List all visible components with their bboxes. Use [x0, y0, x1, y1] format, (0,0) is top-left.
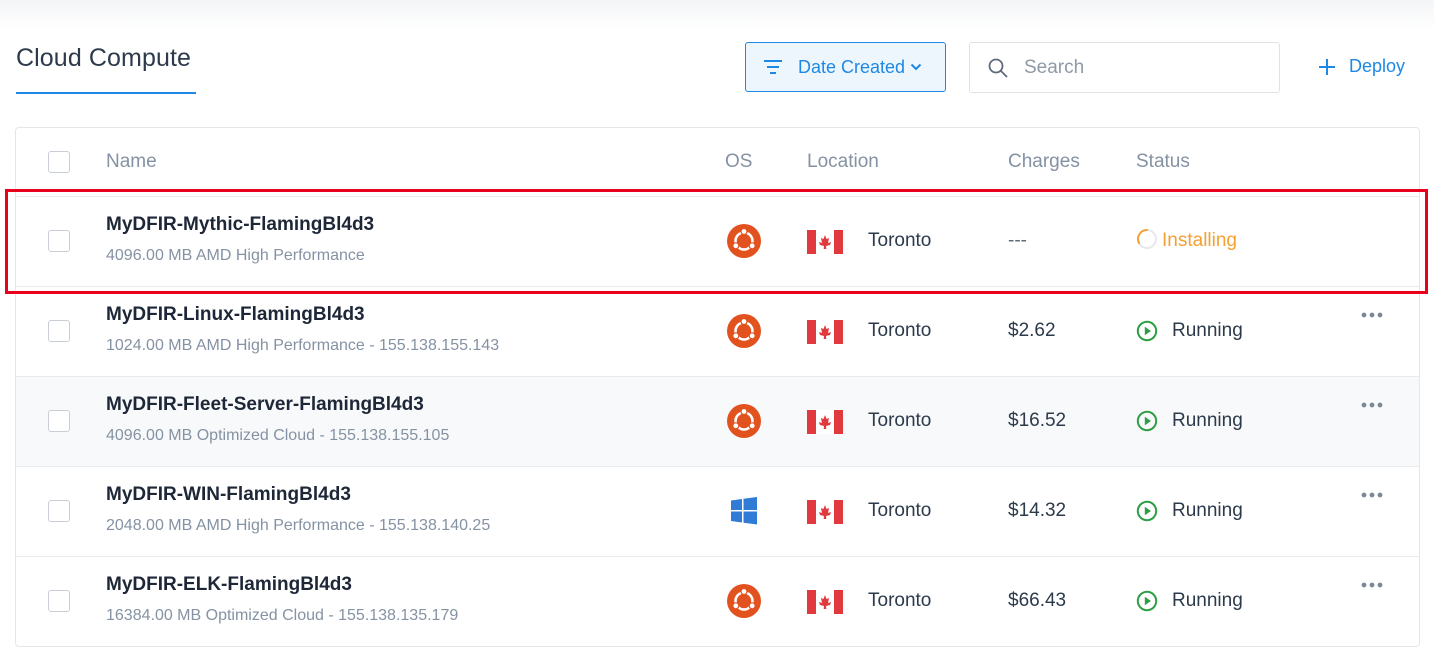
- charges-text: $66.43: [1008, 590, 1067, 611]
- charges-text: $16.52: [1008, 410, 1067, 431]
- chevron-down-icon: [910, 63, 922, 71]
- more-options-icon[interactable]: [1360, 401, 1384, 409]
- column-header-status[interactable]: Status: [1136, 151, 1190, 173]
- ubuntu-icon: [727, 584, 761, 618]
- table-row[interactable]: MyDFIR-ELK-FlamingBl4d3 16384.00 MB Opti…: [16, 556, 1419, 646]
- instance-name[interactable]: MyDFIR-WIN-FlamingBl4d3: [106, 484, 351, 506]
- status-text: Running: [1172, 590, 1243, 611]
- windows-icon: [731, 497, 757, 525]
- search-input[interactable]: [1022, 55, 1266, 80]
- canada-flag-icon: [807, 410, 843, 434]
- instances-table: Name OS Location Charges Status MyDFIR-M…: [15, 127, 1420, 647]
- play-circle-icon: [1136, 500, 1158, 522]
- sort-label: Date Created: [798, 56, 906, 77]
- charges-text: $14.32: [1008, 500, 1067, 521]
- more-options-icon[interactable]: [1360, 311, 1384, 319]
- play-circle-icon: [1136, 410, 1158, 432]
- deploy-label: Deploy: [1349, 56, 1406, 76]
- canada-flag-icon: [807, 500, 843, 524]
- select-all-checkbox[interactable]: [48, 151, 70, 173]
- location-text: Toronto: [868, 500, 932, 521]
- row-checkbox[interactable]: [48, 590, 70, 612]
- charges-text: ---: [1008, 230, 1027, 251]
- instance-name[interactable]: MyDFIR-Mythic-FlamingBl4d3: [106, 214, 374, 236]
- table-row[interactable]: MyDFIR-WIN-FlamingBl4d3 2048.00 MB AMD H…: [16, 466, 1419, 556]
- column-header-location[interactable]: Location: [807, 151, 879, 173]
- canada-flag-icon: [807, 590, 843, 614]
- instance-spec: 4096.00 MB Optimized Cloud - 155.138.155…: [106, 427, 450, 444]
- row-checkbox[interactable]: [48, 320, 70, 342]
- location-text: Toronto: [868, 230, 932, 251]
- page-title: Cloud Compute: [16, 44, 192, 72]
- row-checkbox[interactable]: [48, 230, 70, 252]
- charges-text: $2.62: [1008, 320, 1056, 341]
- play-circle-icon: [1136, 590, 1158, 612]
- ubuntu-icon: [727, 404, 761, 438]
- column-header-charges[interactable]: Charges: [1008, 151, 1080, 173]
- sort-date-created-button[interactable]: Date Created: [745, 42, 946, 92]
- location-text: Toronto: [868, 590, 932, 611]
- column-header-os[interactable]: OS: [725, 151, 752, 173]
- table-row[interactable]: MyDFIR-Fleet-Server-FlamingBl4d3 4096.00…: [16, 376, 1419, 466]
- filter-icon: [764, 60, 782, 74]
- ubuntu-icon: [727, 224, 761, 258]
- more-options-icon[interactable]: [1360, 581, 1384, 589]
- canada-flag-icon: [807, 320, 843, 344]
- canada-flag-icon: [807, 230, 843, 254]
- search-icon: [988, 58, 1008, 77]
- more-options-icon[interactable]: [1360, 491, 1384, 499]
- search-box[interactable]: [969, 42, 1280, 93]
- instance-name[interactable]: MyDFIR-Linux-FlamingBl4d3: [106, 304, 365, 326]
- column-header-name[interactable]: Name: [106, 151, 157, 173]
- instance-name[interactable]: MyDFIR-ELK-FlamingBl4d3: [106, 574, 352, 596]
- deploy-button[interactable]: Deploy: [1318, 56, 1405, 77]
- instance-name[interactable]: MyDFIR-Fleet-Server-FlamingBl4d3: [106, 394, 424, 416]
- ubuntu-icon: [727, 314, 761, 348]
- table-row[interactable]: MyDFIR-Mythic-FlamingBl4d3 4096.00 MB AM…: [16, 196, 1419, 286]
- row-checkbox[interactable]: [48, 410, 70, 432]
- table-row[interactable]: MyDFIR-Linux-FlamingBl4d3 1024.00 MB AMD…: [16, 286, 1419, 376]
- location-text: Toronto: [868, 320, 932, 341]
- instance-spec: 2048.00 MB AMD High Performance - 155.13…: [106, 517, 491, 534]
- spinner-icon: [1137, 229, 1157, 249]
- page-title-underline: [16, 92, 196, 94]
- status-text: Installing: [1162, 230, 1237, 251]
- instance-spec: 1024.00 MB AMD High Performance - 155.13…: [106, 337, 500, 354]
- row-checkbox[interactable]: [48, 500, 70, 522]
- location-text: Toronto: [868, 410, 932, 431]
- status-text: Running: [1172, 320, 1243, 341]
- table-header: Name OS Location Charges Status: [16, 128, 1419, 196]
- status-text: Running: [1172, 500, 1243, 521]
- instance-spec: 16384.00 MB Optimized Cloud - 155.138.13…: [106, 607, 459, 624]
- status-text: Running: [1172, 410, 1243, 431]
- plus-icon: [1319, 58, 1335, 75]
- top-shade: [0, 0, 1434, 30]
- instance-spec: 4096.00 MB AMD High Performance: [106, 247, 365, 264]
- play-circle-icon: [1136, 320, 1158, 342]
